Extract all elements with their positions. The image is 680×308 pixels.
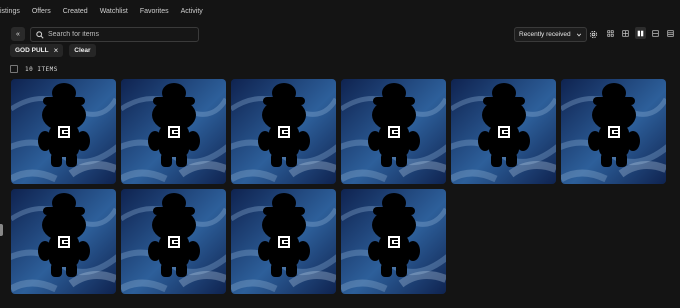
filter-chip-god-pull: GOD PULL × bbox=[10, 44, 64, 57]
nft-image bbox=[451, 79, 556, 184]
item-count: 10 ITEMS bbox=[25, 65, 58, 73]
grid-large-icon[interactable] bbox=[635, 27, 646, 39]
nft-image bbox=[341, 189, 446, 294]
nft-image bbox=[231, 189, 336, 294]
tab-activity[interactable]: Activity bbox=[181, 8, 203, 15]
collapse-filters-button[interactable]: « bbox=[11, 27, 25, 41]
nft-card[interactable] bbox=[11, 79, 116, 184]
g-logo-icon bbox=[278, 126, 290, 138]
g-logo-icon bbox=[58, 236, 70, 248]
g-logo-icon bbox=[168, 126, 180, 138]
toolbar: « Recently received bbox=[11, 27, 674, 42]
nft-image bbox=[561, 79, 666, 184]
tab-watchlist[interactable]: Watchlist bbox=[100, 8, 128, 15]
nft-card[interactable] bbox=[341, 189, 446, 294]
g-logo-icon bbox=[388, 126, 400, 138]
nft-card[interactable] bbox=[231, 189, 336, 294]
list-icon[interactable] bbox=[665, 27, 676, 39]
nft-card[interactable] bbox=[11, 189, 116, 294]
item-grid bbox=[11, 79, 666, 294]
select-all-checkbox[interactable] bbox=[10, 65, 18, 73]
nft-card[interactable] bbox=[451, 79, 556, 184]
nft-image bbox=[231, 79, 336, 184]
clear-label: Clear bbox=[74, 47, 91, 54]
tab-favorites[interactable]: Favorites bbox=[140, 8, 169, 15]
nft-image bbox=[121, 189, 226, 294]
g-logo-icon bbox=[58, 126, 70, 138]
grid-medium-icon[interactable] bbox=[620, 27, 631, 39]
nft-card[interactable] bbox=[231, 79, 336, 184]
nft-image bbox=[341, 79, 446, 184]
search-icon bbox=[36, 30, 44, 39]
nft-image bbox=[121, 79, 226, 184]
grid-xlarge-icon[interactable] bbox=[650, 27, 661, 39]
clear-filters-button[interactable]: Clear bbox=[69, 44, 96, 57]
g-logo-icon bbox=[498, 126, 510, 138]
filter-chip-label: GOD PULL bbox=[15, 47, 49, 54]
settings-button[interactable] bbox=[586, 27, 600, 41]
search-input[interactable] bbox=[48, 31, 188, 38]
active-filters: GOD PULL × Clear bbox=[10, 44, 96, 57]
nft-card[interactable] bbox=[341, 79, 446, 184]
view-mode-toggle bbox=[605, 27, 676, 39]
results-header: 10 ITEMS bbox=[10, 65, 58, 73]
chevron-down-icon bbox=[576, 33, 582, 37]
close-icon[interactable]: × bbox=[54, 46, 59, 55]
grid-small-icon[interactable] bbox=[605, 27, 616, 39]
scroll-handle[interactable] bbox=[0, 224, 3, 236]
sort-label: Recently received bbox=[519, 31, 571, 38]
nft-card[interactable] bbox=[561, 79, 666, 184]
nft-image bbox=[11, 79, 116, 184]
g-logo-icon bbox=[168, 236, 180, 248]
g-logo-icon bbox=[278, 236, 290, 248]
double-chevron-left-icon: « bbox=[16, 30, 20, 38]
nft-card[interactable] bbox=[121, 189, 226, 294]
search-box[interactable] bbox=[30, 27, 199, 42]
sort-dropdown[interactable]: Recently received bbox=[514, 27, 587, 42]
gear-icon bbox=[589, 30, 597, 38]
nft-card[interactable] bbox=[121, 79, 226, 184]
tab-listings[interactable]: istings bbox=[0, 8, 20, 15]
nft-image bbox=[11, 189, 116, 294]
tab-offers[interactable]: Offers bbox=[32, 8, 51, 15]
tab-created[interactable]: Created bbox=[63, 8, 88, 15]
profile-tabs: istings Offers Created Watchlist Favorit… bbox=[0, 8, 203, 15]
g-logo-icon bbox=[388, 236, 400, 248]
g-logo-icon bbox=[608, 126, 620, 138]
